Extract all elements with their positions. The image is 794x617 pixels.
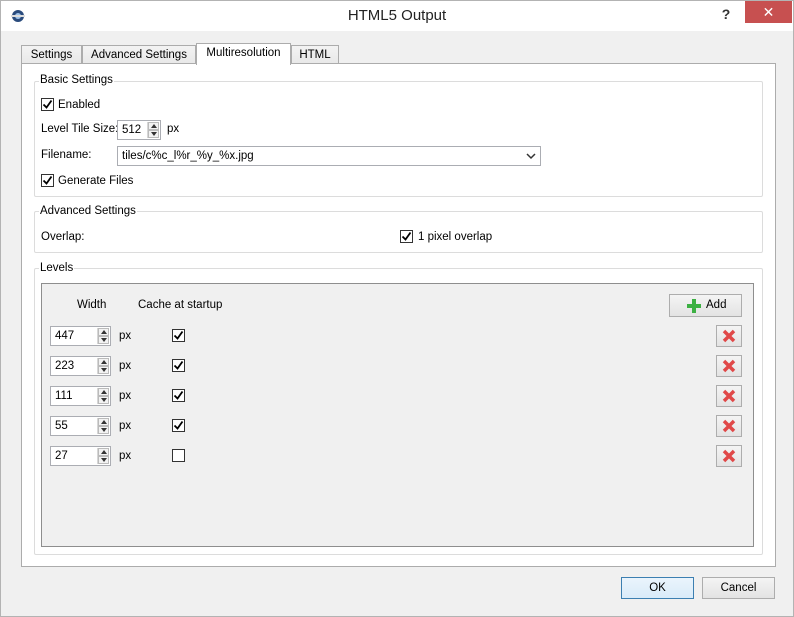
spin-arrows[interactable]: [97, 388, 109, 404]
tab-label: Advanced Settings: [91, 49, 187, 61]
spin-arrows[interactable]: [147, 122, 159, 138]
cache-checkbox[interactable]: [172, 419, 185, 432]
tile-size-label: Level Tile Size:: [41, 123, 119, 135]
check-icon: [173, 390, 184, 400]
basic-settings-title: Basic Settings: [39, 74, 114, 86]
advanced-settings-group: [34, 211, 763, 253]
html5-output-dialog: HTML5 Output ? ✕ Settings Advanced Setti…: [0, 0, 794, 617]
help-icon[interactable]: ?: [717, 6, 735, 26]
add-label: Add: [706, 299, 727, 311]
level-unit: px: [119, 390, 132, 402]
spin-arrows[interactable]: [97, 418, 109, 434]
tile-size-unit: px: [167, 123, 180, 135]
spin-up-icon[interactable]: [98, 388, 109, 396]
add-level-button[interactable]: Add: [669, 294, 742, 317]
delete-x-icon: [722, 389, 736, 403]
spin-up-icon[interactable]: [98, 328, 109, 336]
check-icon: [401, 231, 412, 241]
delete-x-icon: [722, 329, 736, 343]
level-width-spinbox[interactable]: 223: [50, 356, 111, 376]
cancel-label: Cancel: [720, 582, 757, 594]
spin-down-icon[interactable]: [98, 366, 109, 374]
delete-level-button[interactable]: [716, 445, 742, 467]
enabled-label: Enabled: [58, 99, 101, 111]
level-width-value: 111: [55, 390, 73, 402]
tab-html[interactable]: HTML: [291, 45, 339, 64]
enabled-checkbox[interactable]: [41, 98, 54, 111]
level-width-spinbox[interactable]: 111: [50, 386, 111, 406]
add-plus-icon: [687, 299, 701, 313]
delete-level-button[interactable]: [716, 325, 742, 347]
check-icon: [173, 420, 184, 430]
pixel-overlap-label: 1 pixel overlap: [418, 231, 493, 243]
generate-files-checkbox[interactable]: [41, 174, 54, 187]
tab-multiresolution[interactable]: Multiresolution: [196, 43, 291, 65]
spin-up-icon[interactable]: [98, 448, 109, 456]
cache-checkbox[interactable]: [172, 389, 185, 402]
spin-down-icon[interactable]: [98, 456, 109, 464]
close-icon[interactable]: ✕: [745, 1, 792, 23]
spin-up-icon[interactable]: [98, 358, 109, 366]
level-width-value: 223: [55, 360, 75, 372]
check-icon: [173, 330, 184, 340]
spin-down-icon[interactable]: [98, 396, 109, 404]
filename-combobox[interactable]: tiles/c%c_l%r_%y_%x.jpg: [117, 146, 541, 166]
level-width-value: 447: [55, 330, 75, 342]
cache-checkbox[interactable]: [172, 329, 185, 342]
spin-down-icon[interactable]: [148, 130, 159, 138]
cache-checkbox[interactable]: [172, 449, 185, 462]
delete-x-icon: [722, 419, 736, 433]
level-unit: px: [119, 330, 132, 342]
pixel-overlap-checkbox[interactable]: [400, 230, 413, 243]
level-unit: px: [119, 450, 132, 462]
spin-down-icon[interactable]: [98, 336, 109, 344]
levels-title: Levels: [39, 262, 75, 274]
overlap-label: Overlap:: [41, 231, 85, 243]
level-width-spinbox[interactable]: 27: [50, 446, 111, 466]
level-unit: px: [119, 420, 132, 432]
check-icon: [42, 175, 53, 185]
spin-arrows[interactable]: [97, 448, 109, 464]
generate-files-label: Generate Files: [58, 175, 134, 187]
advanced-settings-title: Advanced Settings: [39, 205, 137, 217]
col-width-header: Width: [77, 299, 107, 311]
level-width-value: 55: [55, 420, 68, 432]
levels-list-area: [41, 283, 754, 547]
spin-arrows[interactable]: [97, 328, 109, 344]
tab-label: Settings: [30, 49, 73, 61]
delete-x-icon: [722, 449, 736, 463]
tab-label: Multiresolution: [206, 47, 281, 59]
ok-button[interactable]: OK: [621, 577, 694, 599]
tile-size-value: 512: [122, 124, 142, 136]
check-icon: [42, 99, 53, 109]
spin-up-icon[interactable]: [148, 122, 159, 130]
delete-level-button[interactable]: [716, 415, 742, 437]
tab-advanced-settings[interactable]: Advanced Settings: [82, 45, 196, 64]
spin-up-icon[interactable]: [98, 418, 109, 426]
delete-x-icon: [722, 359, 736, 373]
ok-label: OK: [649, 582, 666, 594]
delete-level-button[interactable]: [716, 385, 742, 407]
level-width-value: 27: [55, 450, 68, 462]
level-width-spinbox[interactable]: 55: [50, 416, 111, 436]
tile-size-spinbox[interactable]: 512: [117, 120, 161, 140]
cancel-button[interactable]: Cancel: [702, 577, 775, 599]
check-icon: [173, 360, 184, 370]
delete-level-button[interactable]: [716, 355, 742, 377]
title-bar: HTML5 Output ? ✕: [1, 1, 793, 31]
dropdown-arrow-icon[interactable]: [526, 150, 536, 162]
level-width-spinbox[interactable]: 447: [50, 326, 111, 346]
tab-label: HTML: [299, 49, 331, 61]
filename-label: Filename:: [41, 149, 92, 161]
cache-checkbox[interactable]: [172, 359, 185, 372]
tab-settings[interactable]: Settings: [21, 45, 82, 64]
level-unit: px: [119, 360, 132, 372]
filename-value: tiles/c%c_l%r_%y_%x.jpg: [122, 150, 254, 162]
spin-arrows[interactable]: [97, 358, 109, 374]
spin-down-icon[interactable]: [98, 426, 109, 434]
window-title: HTML5 Output: [347, 7, 447, 24]
col-cache-header: Cache at startup: [138, 299, 223, 311]
